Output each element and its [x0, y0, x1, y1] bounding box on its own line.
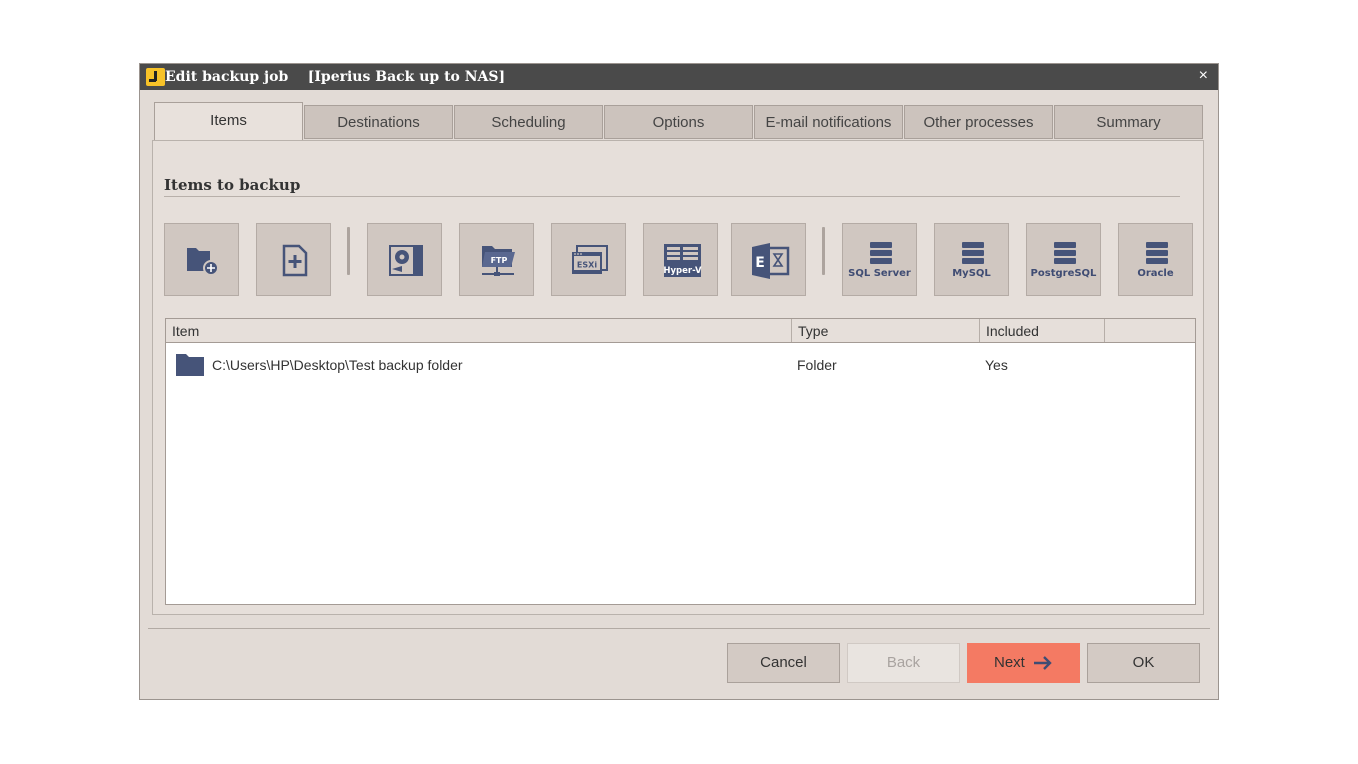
folder-plus-icon	[187, 248, 219, 276]
sql-server-button[interactable]: SQL Server	[842, 223, 917, 296]
row-type: Folder	[797, 357, 837, 373]
disk-image-icon	[389, 245, 423, 276]
column-header-item[interactable]: Item	[166, 319, 792, 342]
oracle-button[interactable]: Oracle	[1118, 223, 1193, 296]
tab-options[interactable]: Options	[604, 105, 753, 139]
exchange-button[interactable]: E	[731, 223, 806, 296]
database-icon	[962, 242, 984, 266]
ftp-folder-icon: FTP	[482, 246, 515, 276]
hyper-v-button[interactable]: Hyper-V	[643, 223, 718, 296]
exchange-icon: E	[752, 243, 790, 279]
close-button[interactable]: ×	[1199, 67, 1208, 85]
app-logo-icon	[146, 68, 165, 86]
tab-email-notifications[interactable]: E-mail notifications	[754, 105, 903, 139]
vmware-esxi-button[interactable]: ESXi	[551, 223, 626, 296]
edit-backup-job-window: Edit backup job [Iperius Back up to NAS]…	[139, 63, 1219, 700]
row-included: Yes	[985, 357, 1008, 373]
items-grid[interactable]: Item Type Included C:\Users\HP\Desktop\T…	[165, 318, 1196, 605]
footer-divider	[148, 628, 1210, 629]
svg-text:Hyper-V: Hyper-V	[663, 266, 702, 276]
tab-destinations[interactable]: Destinations	[304, 105, 453, 139]
table-row[interactable]: C:\Users\HP\Desktop\Test backup folder F…	[166, 349, 1195, 381]
drive-image-button[interactable]	[367, 223, 442, 296]
mysql-label: MySQL	[952, 268, 991, 279]
database-icon	[1146, 242, 1168, 266]
cancel-button[interactable]: Cancel	[727, 643, 840, 683]
section-title: Items to backup	[164, 176, 301, 194]
items-panel: Items to backup FTP ESXi Hyper-V E SQL S…	[152, 140, 1204, 615]
database-icon	[1054, 242, 1076, 266]
tab-scheduling[interactable]: Scheduling	[454, 105, 603, 139]
database-icon	[870, 242, 892, 266]
svg-text:ESXi: ESXi	[577, 261, 597, 270]
section-divider	[164, 196, 1180, 197]
tab-items[interactable]: Items	[154, 102, 303, 141]
add-file-button[interactable]	[256, 223, 331, 296]
column-header-type[interactable]: Type	[792, 319, 980, 342]
sql-server-label: SQL Server	[848, 268, 911, 279]
file-plus-icon	[282, 244, 308, 277]
title-bar[interactable]: Edit backup job [Iperius Back up to NAS]…	[140, 64, 1218, 90]
postgresql-label: PostgreSQL	[1030, 268, 1097, 279]
grid-header: Item Type Included	[166, 319, 1195, 343]
window-title: Edit backup job [Iperius Back up to NAS]	[165, 69, 506, 85]
row-item-path: C:\Users\HP\Desktop\Test backup folder	[212, 357, 463, 373]
column-header-included[interactable]: Included	[980, 319, 1105, 342]
next-button[interactable]: Next	[967, 643, 1080, 683]
svg-text:FTP: FTP	[491, 256, 508, 265]
postgresql-button[interactable]: PostgreSQL	[1026, 223, 1101, 296]
add-folder-button[interactable]	[164, 223, 239, 296]
ftp-button[interactable]: FTP	[459, 223, 534, 296]
next-button-label: Next	[993, 654, 1025, 671]
mysql-button[interactable]: MySQL	[934, 223, 1009, 296]
ok-button[interactable]: OK	[1087, 643, 1200, 683]
esxi-server-icon: ESXi	[572, 245, 608, 274]
oracle-label: Oracle	[1137, 268, 1174, 279]
svg-text:E: E	[755, 255, 765, 271]
folder-icon	[176, 354, 204, 376]
tab-other-processes[interactable]: Other processes	[904, 105, 1053, 139]
arrow-right-icon	[1034, 656, 1052, 670]
back-button[interactable]: Back	[847, 643, 960, 683]
tab-summary[interactable]: Summary	[1054, 105, 1203, 139]
toolbar-separator	[822, 227, 825, 275]
hyper-v-icon: Hyper-V	[663, 244, 702, 277]
toolbar-separator	[347, 227, 350, 275]
